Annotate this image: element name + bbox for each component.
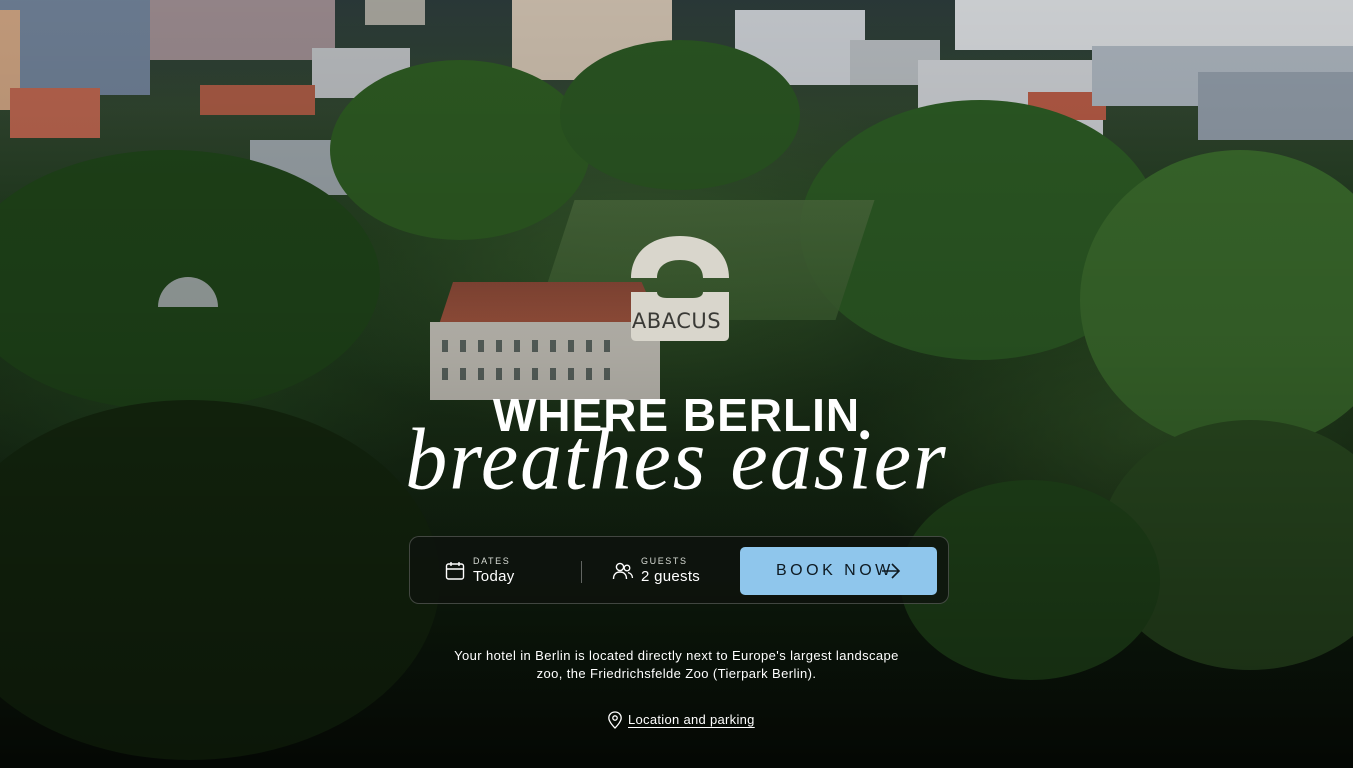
- book-now-button[interactable]: BOOK NOW: [740, 547, 937, 595]
- book-now-label: BOOK NOW: [776, 562, 894, 579]
- guests-icon: [612, 562, 634, 580]
- location-link-label: Location and parking: [628, 712, 755, 727]
- field-divider: [581, 561, 582, 583]
- hotel-description: Your hotel in Berlin is located directly…: [0, 647, 1353, 683]
- description-line-1: Your hotel in Berlin is located directly…: [454, 648, 899, 663]
- arrow-right-icon: [882, 563, 901, 579]
- guests-value: 2 guests: [641, 568, 701, 585]
- guests-label: GUESTS: [641, 556, 688, 566]
- location-and-parking-link[interactable]: Location and parking: [607, 711, 757, 729]
- description-line-2: zoo, the Friedrichsfelde Zoo (Tierpark B…: [536, 666, 817, 681]
- abacus-logo-icon[interactable]: [627, 236, 733, 342]
- booking-bar: DATES Today GUESTS 2 guests BOOK NOW: [409, 536, 949, 604]
- location-pin-icon: [608, 711, 622, 729]
- dates-field[interactable]: DATES Today: [444, 537, 584, 605]
- dates-label: DATES: [473, 556, 511, 566]
- hero-section: ABACUS WHERE BERLIN breathes easier DATE…: [0, 0, 1353, 768]
- dates-value: Today: [473, 568, 515, 585]
- hero-subline: breathes easier: [405, 410, 948, 509]
- calendar-icon: [445, 562, 465, 580]
- guests-field[interactable]: GUESTS 2 guests: [612, 537, 732, 605]
